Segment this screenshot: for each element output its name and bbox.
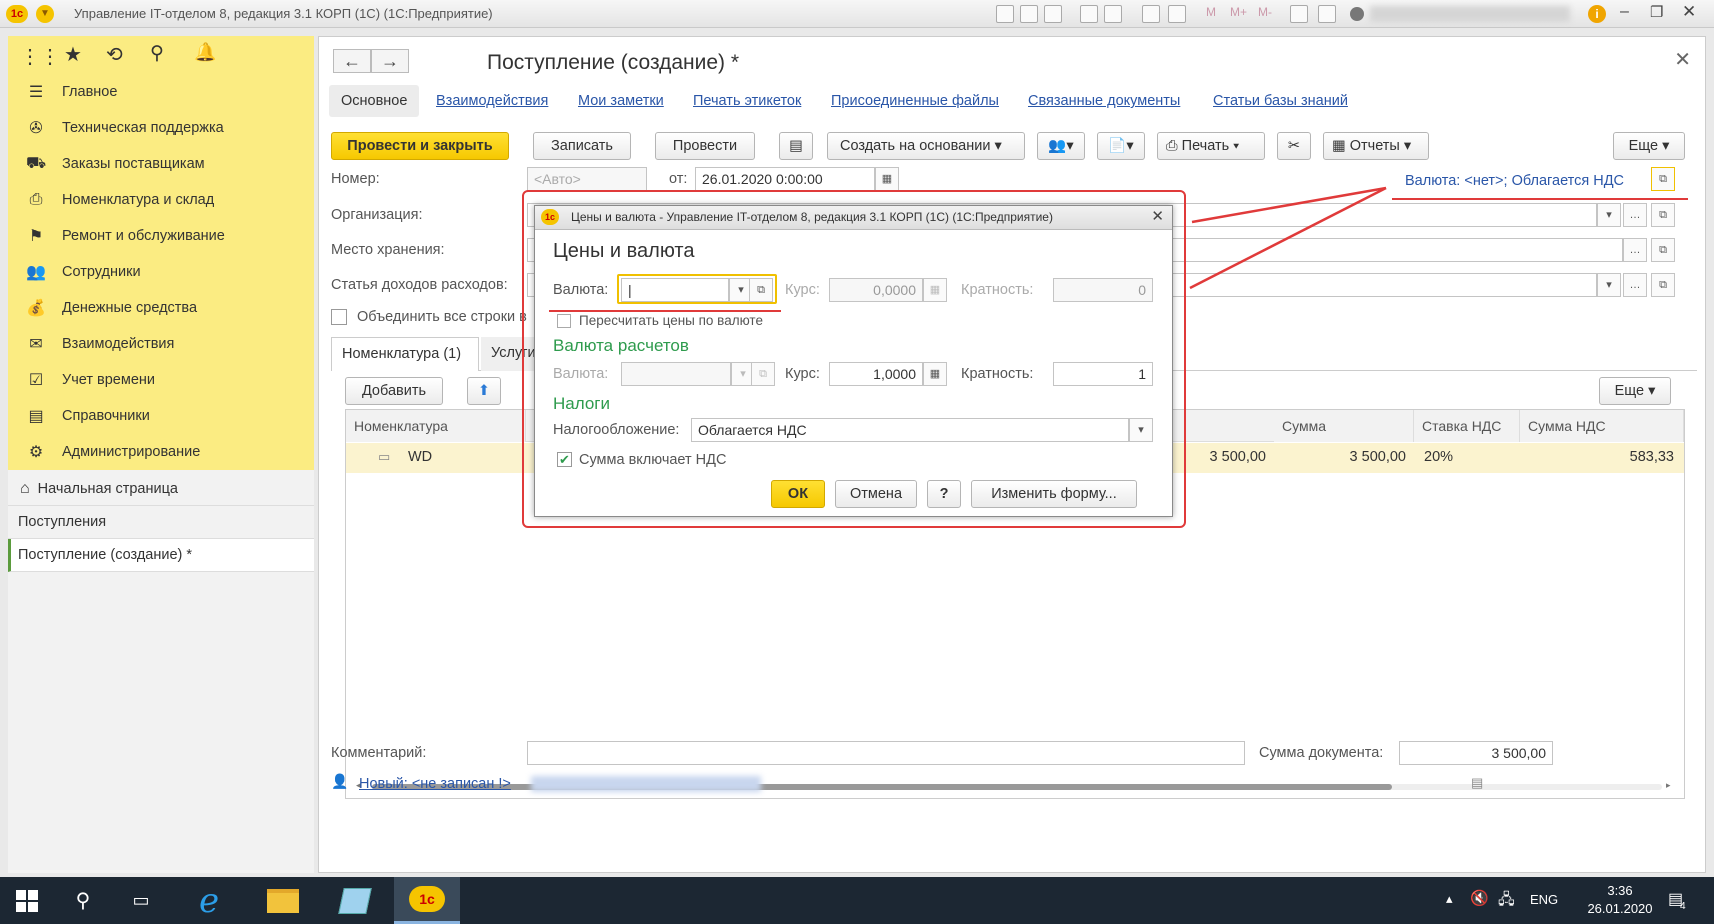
vat-included-label: Сумма включает НДС bbox=[579, 452, 727, 468]
start-button[interactable] bbox=[0, 877, 54, 924]
help-button[interactable]: ? bbox=[927, 480, 961, 508]
settle-rate-label: Курс: bbox=[785, 366, 820, 382]
language-indicator[interactable]: ENG bbox=[1530, 892, 1558, 907]
rate-input: 0,0000 bbox=[829, 278, 923, 302]
1c-logo-icon: 1c bbox=[541, 209, 559, 225]
search-icon[interactable]: ⚲ bbox=[56, 877, 110, 924]
taxation-label: Налогообложение: bbox=[553, 422, 680, 438]
notifications-count: 4 bbox=[1680, 901, 1686, 912]
notepad-icon[interactable] bbox=[322, 877, 388, 924]
vat-included-checkbox[interactable]: ✔ bbox=[557, 452, 572, 467]
dialog-close-button[interactable]: ✕ bbox=[1151, 207, 1164, 225]
multiplicity-label: Кратность: bbox=[961, 282, 1034, 298]
settle-currency-input bbox=[621, 362, 731, 386]
windows-logo-icon bbox=[16, 889, 38, 912]
windows-taskbar: ⚲ ▭ e 1с ▴ 🔇 🖧 ENG 3:36 26.01.2020 ▤ 4 bbox=[0, 877, 1714, 924]
open-icon[interactable]: ⧉ bbox=[749, 278, 773, 302]
explorer-icon[interactable] bbox=[250, 877, 316, 924]
prices-currency-dialog: 1c Цены и валюта - Управление IT-отделом… bbox=[534, 205, 1173, 517]
1c-app-icon[interactable]: 1с bbox=[394, 877, 460, 924]
calculator-icon: ▦ bbox=[923, 278, 947, 302]
currency-link-underline bbox=[1392, 198, 1688, 200]
dialog-window-title: Цены и валюта - Управление IT-отделом 8,… bbox=[571, 210, 1053, 224]
cancel-button[interactable]: Отмена bbox=[835, 480, 917, 508]
dialog-title-bar: 1c Цены и валюта - Управление IT-отделом… bbox=[535, 206, 1172, 230]
settle-rate-input[interactable]: 1,0000 bbox=[829, 362, 923, 386]
currency-label: Валюта: bbox=[553, 282, 609, 298]
clock-date[interactable]: 26.01.2020 bbox=[1572, 901, 1668, 916]
task-view-icon[interactable]: ▭ bbox=[114, 877, 168, 924]
taxes-section-title: Налоги bbox=[553, 394, 610, 413]
recalc-checkbox[interactable] bbox=[557, 314, 571, 328]
rate-label: Курс: bbox=[785, 282, 820, 298]
ok-button[interactable]: ОК bbox=[771, 480, 825, 508]
currency-underline bbox=[549, 310, 781, 312]
open-icon: ⧉ bbox=[751, 362, 775, 386]
tray-expand-icon[interactable]: ▴ bbox=[1446, 891, 1453, 907]
calculator-icon[interactable]: ▦ bbox=[923, 362, 947, 386]
settle-multiplicity-label: Кратность: bbox=[961, 366, 1034, 382]
settle-currency-label: Валюта: bbox=[553, 366, 609, 382]
dialog-heading: Цены и валюта bbox=[553, 240, 695, 262]
clock-time[interactable]: 3:36 bbox=[1590, 883, 1650, 898]
settlement-section-title: Валюта расчетов bbox=[553, 336, 689, 355]
taxation-input[interactable]: Облагается НДС bbox=[691, 418, 1129, 442]
multiplicity-input: 0 bbox=[1053, 278, 1153, 302]
settle-multiplicity-input[interactable]: 1 bbox=[1053, 362, 1153, 386]
change-form-button[interactable]: Изменить форму... bbox=[971, 480, 1137, 508]
currency-input[interactable]: | bbox=[621, 278, 729, 302]
volume-muted-icon[interactable]: 🔇 bbox=[1470, 889, 1489, 907]
dropdown-icon[interactable]: ▾ bbox=[1129, 418, 1153, 442]
recalc-label: Пересчитать цены по валюте bbox=[579, 313, 763, 328]
network-icon[interactable]: 🖧 bbox=[1498, 889, 1515, 914]
ie-icon[interactable]: e bbox=[176, 877, 242, 924]
